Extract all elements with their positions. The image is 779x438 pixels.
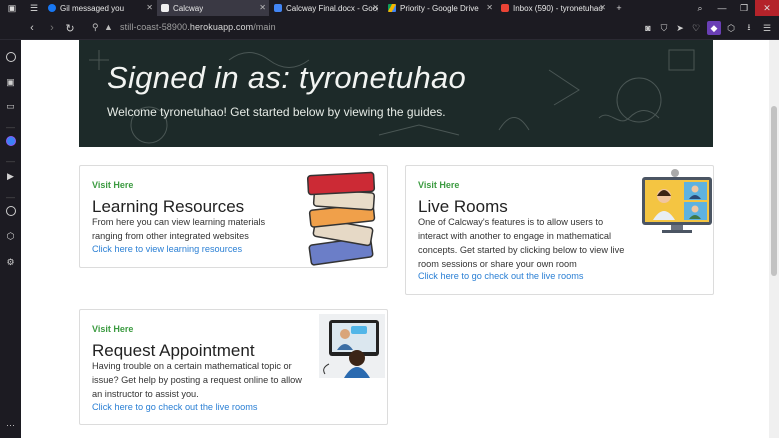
live-rooms-card: Visit Here Live Rooms One of Calcway's f… <box>405 165 714 295</box>
maximize-icon[interactable]: ❐ <box>733 0 755 16</box>
card-description-line: ranging from other integrated websites <box>92 231 249 241</box>
site-settings-icon[interactable]: ⚲ <box>92 22 99 33</box>
tab-title: Gil messaged you <box>60 3 125 13</box>
page-content: Signed in as: tyronetuhao Welcome tyrone… <box>21 40 769 438</box>
welcome-text: Welcome tyronetuhao! Get started below b… <box>107 105 446 119</box>
card-description-line: concepts. Get started by clicking below … <box>418 245 625 255</box>
url-path: /main <box>253 22 276 32</box>
close-tab-icon[interactable]: ✕ <box>599 3 606 12</box>
forward-icon[interactable]: › <box>44 20 60 36</box>
chat-icon[interactable]: ▭ <box>4 100 17 113</box>
google-drive-icon <box>388 4 396 12</box>
download-icon[interactable]: ⭳ <box>742 21 756 35</box>
facebook-icon <box>48 4 56 12</box>
tab-gmail[interactable]: Inbox (590) - tyronetuhao ✕ <box>497 0 609 16</box>
scrollbar-thumb[interactable] <box>771 106 777 276</box>
new-tab-button[interactable]: + <box>608 0 630 16</box>
card-description-line: an instructor to assist you. <box>92 389 199 399</box>
camera-icon[interactable]: ◙ <box>641 21 655 35</box>
speed-dial-icon[interactable] <box>4 50 17 63</box>
close-tab-icon[interactable]: ✕ <box>146 3 153 12</box>
address-bar[interactable]: still-coast-58900.herokuapp.com/main <box>120 22 276 32</box>
close-tab-icon[interactable]: ✕ <box>259 3 266 12</box>
card-description-line: room sessions or share your own room <box>418 259 577 269</box>
tab-title: Inbox (590) - tyronetuhao <box>513 3 603 13</box>
search-tabs-icon[interactable]: ⌕ <box>689 0 711 16</box>
cube-icon[interactable]: ⬡ <box>4 230 17 243</box>
url-domain: herokuapp.com <box>189 22 254 32</box>
request-appointment-link[interactable]: Click here to go check out the live room… <box>92 402 257 412</box>
minimize-icon[interactable]: — <box>711 0 733 16</box>
bag-icon[interactable]: ▣ <box>4 76 17 89</box>
tab-google-drive[interactable]: Priority - Google Drive ✕ <box>384 0 496 16</box>
tab-strip: ▣ ☰ Gil messaged you ✕ Calcway ✕ Calcway… <box>0 0 779 16</box>
reload-icon[interactable]: ↻ <box>62 20 78 36</box>
tab-title: Priority - Google Drive <box>400 3 479 13</box>
page-scrollbar[interactable] <box>769 40 779 438</box>
history-icon[interactable] <box>4 204 17 217</box>
signed-in-heading: Signed in as: tyronetuhao <box>107 60 467 95</box>
request-appointment-card: Visit Here Request Appointment Having tr… <box>79 309 388 425</box>
navigation-bar: ‹ › ↻ ⚲ ▲ still-coast-58900.herokuapp.co… <box>0 16 779 40</box>
shield-icon[interactable]: ⛉ <box>657 21 671 35</box>
view-live-rooms-link[interactable]: Click here to go check out the live room… <box>418 271 583 281</box>
visit-here-link[interactable]: Visit Here <box>92 324 133 334</box>
browser-sidebar: ▣ ▭ — — ▶ — ⬡ ⚙ ··· <box>0 40 21 438</box>
welcome-banner: Signed in as: tyronetuhao Welcome tyrone… <box>79 40 713 147</box>
divider-icon: — <box>6 121 15 132</box>
visit-here-link[interactable]: Visit Here <box>92 180 133 190</box>
tab-google-docs[interactable]: Calcway Final.docx - Googl ✕ <box>270 0 382 16</box>
online-help-illustration <box>319 314 385 378</box>
card-description-line: From here you can view learning material… <box>92 217 266 227</box>
card-title: Live Rooms <box>418 197 508 216</box>
books-illustration <box>306 171 376 266</box>
settings-icon[interactable]: ⚙ <box>4 256 17 269</box>
card-description-line: One of Calcway's features is to allow us… <box>418 217 604 227</box>
close-window-icon[interactable]: ✕ <box>755 0 779 16</box>
back-icon[interactable]: ‹ <box>24 20 40 36</box>
send-icon[interactable]: ➤ <box>673 21 687 35</box>
player-icon[interactable]: ▶ <box>4 170 17 183</box>
close-tab-icon[interactable]: ✕ <box>486 3 493 12</box>
divider-icon: — <box>6 155 15 166</box>
view-learning-resources-link[interactable]: Click here to view learning resources <box>92 244 242 254</box>
card-title: Request Appointment <box>92 341 255 360</box>
tab-menu-icon[interactable]: ☰ <box>24 0 44 16</box>
heart-icon[interactable]: ♡ <box>689 21 703 35</box>
extension-icon[interactable]: ◆ <box>707 21 721 35</box>
card-description-line: interact with another to engage in mathe… <box>418 231 612 241</box>
workspaces-icon[interactable]: ▣ <box>0 0 24 16</box>
tab-title: Calcway Final.docx - Googl <box>286 3 378 13</box>
messenger-icon[interactable] <box>4 134 17 147</box>
card-title: Learning Resources <box>92 197 245 216</box>
visit-here-link[interactable]: Visit Here <box>418 180 459 190</box>
card-description-line: issue? Get help by posting a request onl… <box>92 375 302 385</box>
learning-resources-card: Visit Here Learning Resources From here … <box>79 165 388 268</box>
divider-icon: — <box>6 191 15 202</box>
gmail-icon <box>501 4 509 12</box>
google-docs-icon <box>274 4 282 12</box>
menu-icon[interactable]: ☰ <box>760 21 774 35</box>
tab-calcway[interactable]: Calcway ✕ <box>157 0 269 16</box>
warning-icon[interactable]: ▲ <box>104 22 113 32</box>
close-tab-icon[interactable]: ✕ <box>372 3 379 12</box>
card-description-line: Having trouble on a certain mathematical… <box>92 361 292 371</box>
url-host: still-coast-58900. <box>120 22 190 32</box>
more-icon[interactable]: ··· <box>4 418 17 431</box>
tab-title: Calcway <box>173 3 204 13</box>
page-icon <box>161 4 169 12</box>
tab-messenger[interactable]: Gil messaged you ✕ <box>44 0 156 16</box>
video-call-illustration <box>642 169 712 233</box>
browser-window: ▣ ☰ Gil messaged you ✕ Calcway ✕ Calcway… <box>0 0 779 438</box>
box-icon[interactable]: ⬡ <box>724 21 738 35</box>
